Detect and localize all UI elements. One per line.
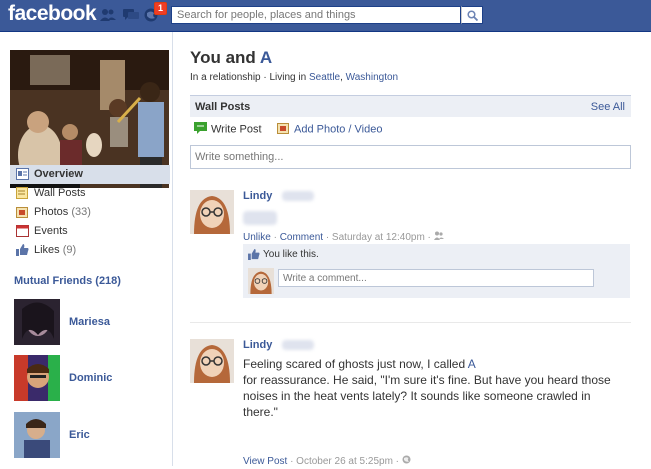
photo-icon: [277, 122, 290, 137]
friends-audience-icon[interactable]: [433, 231, 444, 243]
friend-mariesa[interactable]: Mariesa: [14, 299, 164, 345]
write-post-icon: [194, 122, 207, 137]
post-timestamp[interactable]: · Saturday at 12:40pm ·: [323, 232, 434, 243]
title-friend-link[interactable]: A: [260, 48, 272, 67]
sidebar-item-likes[interactable]: Likes (9): [10, 241, 170, 260]
friend-name[interactable]: Dominic: [69, 372, 112, 384]
wall-posts-icon: [16, 187, 29, 199]
photos-icon: [16, 206, 29, 218]
author-name[interactable]: Lindy: [243, 339, 272, 351]
redacted-surname: [282, 340, 314, 350]
search-icon: [467, 10, 478, 21]
post-timestamp[interactable]: · October 26 at 5:25pm ·: [287, 456, 402, 467]
wall-posts-title: Wall Posts: [195, 101, 251, 113]
likes-text: You like this.: [263, 249, 319, 260]
title-prefix: You and: [190, 48, 260, 67]
see-all-link[interactable]: See All: [591, 101, 625, 113]
post-meta: Unlike · Comment · Saturday at 12:40pm ·: [243, 231, 444, 243]
post-text: Feeling scared of ghosts just now, I cal…: [243, 356, 618, 420]
profile-nav: Overview Wall Posts Photos (33) Events L…: [10, 165, 170, 260]
messages-icon[interactable]: [123, 8, 139, 22]
comment-input[interactable]: Write a comment...: [278, 269, 594, 287]
friend-name[interactable]: Eric: [69, 429, 90, 441]
overview-icon: [16, 168, 29, 180]
sidebar-item-label: Photos: [34, 206, 69, 218]
likes-icon: [16, 244, 29, 256]
add-photo-tab[interactable]: Add Photo / Video: [277, 122, 382, 137]
post-text-rest: for reassurance. He said, "I'm sure it's…: [243, 373, 611, 419]
subtitle-text: In a relationship · Living in: [190, 72, 309, 83]
friend-avatar[interactable]: [14, 355, 60, 401]
left-column: Overview Wall Posts Photos (33) Events L…: [0, 32, 173, 466]
friend-name[interactable]: Mariesa: [69, 316, 110, 328]
author-avatar[interactable]: [190, 190, 234, 234]
sidebar-item-events[interactable]: Events: [10, 222, 170, 241]
search-button[interactable]: [461, 6, 483, 24]
redacted-surname: [282, 191, 314, 201]
friend-avatar[interactable]: [14, 299, 60, 345]
friend-dominic[interactable]: Dominic: [14, 355, 164, 401]
author-avatar[interactable]: [190, 339, 234, 383]
thumbs-up-icon: [248, 249, 260, 263]
public-globe-icon[interactable]: [402, 455, 411, 467]
add-photo-label: Add Photo / Video: [294, 123, 383, 136]
notification-badge[interactable]: 1: [154, 2, 167, 15]
redacted-post-text: [243, 211, 277, 225]
post-divider: [190, 322, 631, 323]
likes-count: (9): [62, 244, 77, 256]
wall-post: Lindy Feeling scared of ghosts just now,…: [190, 339, 631, 469]
search-input[interactable]: Search for people, places and things: [171, 6, 461, 24]
write-post-label: Write Post: [211, 123, 262, 136]
friend-eric[interactable]: Eric: [14, 412, 164, 458]
friend-requests-icon[interactable]: [100, 8, 116, 22]
author-name[interactable]: Lindy: [243, 190, 272, 202]
wall-post: Lindy Unlike · Comment · Saturday at 12:…: [190, 190, 631, 310]
facebook-logo[interactable]: facebook: [8, 2, 97, 26]
photos-count: (33): [71, 206, 91, 218]
write-something-input[interactable]: Write something...: [190, 145, 631, 169]
sidebar-item-label: Events: [34, 225, 68, 237]
wall-posts-header: Wall Posts See All: [190, 95, 631, 117]
sidebar-item-label: Wall Posts: [34, 187, 86, 199]
sidebar-item-overview[interactable]: Overview: [10, 165, 170, 184]
mutual-friends-title[interactable]: Mutual Friends (218): [14, 275, 121, 287]
profile-subtitle: In a relationship · Living in Seattle, W…: [190, 72, 398, 83]
friend-avatar[interactable]: [14, 412, 60, 458]
unlike-link[interactable]: Unlike: [243, 232, 271, 243]
page-title: You and A: [190, 48, 272, 68]
sidebar-item-label: Likes: [34, 244, 60, 256]
sidebar-item-photos[interactable]: Photos (33): [10, 203, 170, 222]
sidebar-item-wall-posts[interactable]: Wall Posts: [10, 184, 170, 203]
comment-link[interactable]: Comment: [280, 232, 323, 243]
state-link[interactable]: Washington: [346, 72, 398, 83]
city-link[interactable]: Seattle: [309, 72, 340, 83]
post-text-line1: Feeling scared of ghosts just now, I cal…: [243, 357, 468, 371]
view-post-link[interactable]: View Post: [243, 456, 287, 467]
my-avatar: [247, 268, 275, 294]
events-icon: [16, 225, 29, 237]
sidebar-item-label: Overview: [34, 168, 83, 180]
write-post-tab[interactable]: Write Post: [194, 122, 262, 137]
top-bar: facebook 1 Search for people, places and…: [0, 0, 651, 32]
post-meta: View Post · October 26 at 5:25pm ·: [243, 455, 411, 467]
likes-and-comments: You like this. Write a comment...: [243, 244, 630, 298]
tagged-friend-link[interactable]: A: [468, 357, 476, 371]
